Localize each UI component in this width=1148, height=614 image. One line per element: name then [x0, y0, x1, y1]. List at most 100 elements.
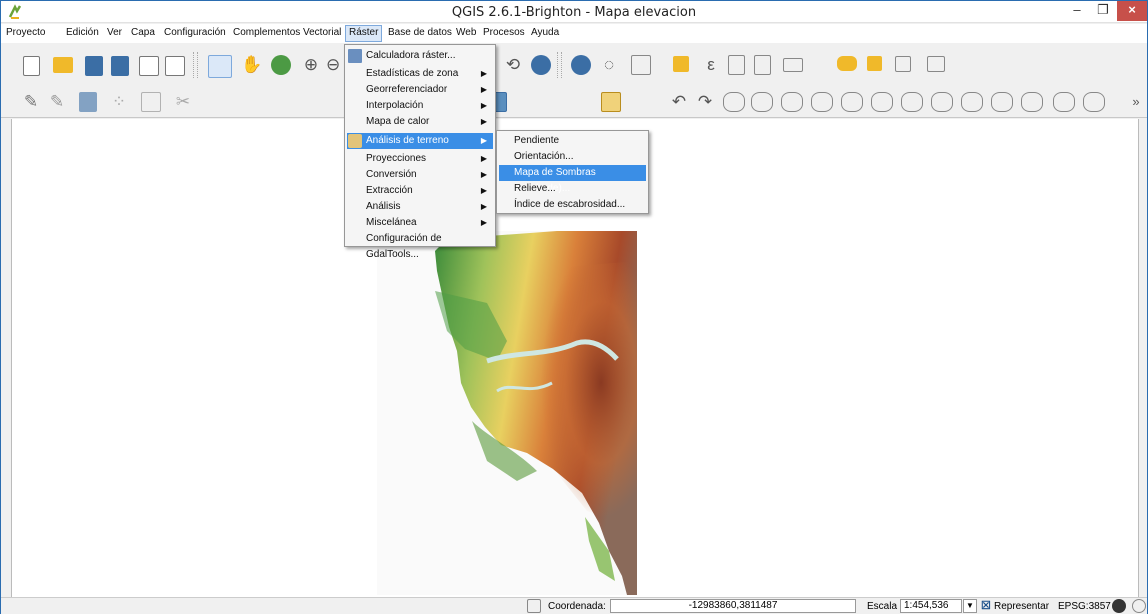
menu-item-interpolacion[interactable]: Interpolación ▶ — [347, 98, 493, 114]
zoom-last-icon[interactable]: ⟲ — [503, 55, 523, 75]
menu-item-configuracion-gdaltools[interactable]: Configuración de GdalTools... — [347, 231, 493, 260]
pan-hand-icon[interactable]: ✋ — [241, 55, 262, 75]
restore-button[interactable]: ❐ — [1089, 1, 1117, 21]
undo-icon[interactable]: ↶ — [669, 92, 689, 112]
menu-item-extraccion[interactable]: Extracción ▶ — [347, 183, 493, 199]
menu-item-label: Pendiente — [514, 135, 560, 146]
map-tips-icon[interactable] — [837, 56, 857, 71]
menu-edicion[interactable]: Edición — [63, 26, 102, 41]
menu-item-label: Georreferenciador — [366, 84, 448, 95]
show-bookmarks-icon[interactable] — [895, 56, 911, 72]
plugin-tool-icon[interactable] — [811, 92, 833, 112]
menu-item-calculadora-raster[interactable]: Calculadora ráster... — [347, 48, 493, 64]
coordinate-toggle-icon[interactable] — [527, 599, 541, 613]
plugin-tool-icon[interactable] — [871, 92, 893, 112]
scale-label: Escala — [867, 601, 898, 612]
zoom-in-icon[interactable]: ⊕ — [301, 55, 321, 75]
menu-item-hillshade[interactable]: Mapa de Sombras (Hillshade)... — [499, 165, 646, 194]
plugin-tool-icon[interactable] — [781, 92, 803, 112]
menu-ver[interactable]: Ver — [104, 26, 125, 41]
messages-icon[interactable] — [1132, 599, 1146, 613]
select-by-rectangle-icon[interactable] — [631, 55, 651, 75]
menu-item-proyecciones[interactable]: Proyecciones ▶ — [347, 151, 493, 167]
submenu-arrow-icon: ▶ — [480, 170, 487, 179]
pan-map-icon[interactable] — [208, 55, 232, 78]
menu-item-pendiente[interactable]: Pendiente — [499, 133, 646, 149]
deselect-icon[interactable] — [673, 56, 689, 72]
submenu-arrow-icon: ▶ — [480, 69, 487, 78]
menu-item-label: Relieve... — [514, 183, 556, 194]
measure-line-icon[interactable] — [783, 58, 803, 72]
composer-manager-icon[interactable] — [165, 56, 185, 76]
statistics-icon[interactable] — [754, 55, 771, 75]
coordinate-field[interactable]: -12983860,3811487 — [610, 599, 856, 613]
menu-item-estadisticas-de-zona[interactable]: Estadísticas de zona ▶ — [347, 66, 493, 82]
menu-item-analisis-de-terreno[interactable]: Análisis de terreno ▶ — [347, 133, 493, 149]
menu-item-indice-escabrosidad[interactable]: Índice de escabrosidad... — [499, 197, 646, 213]
menu-proyecto[interactable]: Proyecto — [3, 26, 48, 41]
plugin-tool-icon[interactable] — [723, 92, 745, 112]
menu-vectorial[interactable]: Vectorial — [300, 26, 344, 41]
toolbar-separator — [557, 52, 562, 78]
plugin-tool-icon[interactable] — [961, 92, 983, 112]
status-bar: Coordenada: -12983860,3811487 Escala 1:4… — [1, 597, 1147, 614]
new-project-icon[interactable] — [23, 56, 40, 76]
plugin-tool-icon[interactable] — [1021, 92, 1043, 112]
current-edits-icon[interactable]: ✎ — [21, 92, 41, 112]
move-feature-icon[interactable] — [141, 92, 161, 112]
menu-item-conversion[interactable]: Conversión ▶ — [347, 167, 493, 183]
menu-item-relieve[interactable]: Relieve... — [499, 181, 646, 197]
menu-web[interactable]: Web — [453, 26, 479, 41]
gps-tools-icon[interactable] — [601, 92, 621, 112]
render-checkbox-icon[interactable]: ☒ — [981, 599, 991, 612]
new-bookmark-icon[interactable] — [867, 56, 882, 71]
crs-label[interactable]: EPSG:3857 — [1058, 601, 1111, 612]
close-button[interactable]: × — [1117, 1, 1147, 21]
menu-item-orientacion[interactable]: Orientación... — [499, 149, 646, 165]
scale-combobox[interactable]: 1:454,536 — [900, 599, 962, 613]
crs-globe-icon[interactable] — [1112, 599, 1126, 613]
render-label: Representar — [994, 601, 1050, 612]
toggle-editing-icon[interactable]: ✎ — [47, 92, 67, 112]
pan-to-selection-icon[interactable] — [271, 55, 291, 75]
menu-item-mapa-de-calor[interactable]: Mapa de calor ▶ — [347, 114, 493, 130]
plugin-tool-icon[interactable] — [991, 92, 1013, 112]
save-edits-icon[interactable] — [79, 92, 97, 112]
identify-features-icon[interactable] — [571, 55, 591, 75]
text-annotation-icon[interactable] — [927, 56, 945, 72]
menu-item-georreferenciador[interactable]: Georreferenciador ▶ — [347, 82, 493, 98]
add-feature-icon[interactable]: ⁘ — [109, 92, 129, 112]
elevation-raster-layer — [377, 231, 637, 595]
plugin-tool-icon[interactable] — [1053, 92, 1075, 112]
attribute-table-icon[interactable] — [728, 55, 745, 75]
plugin-tool-icon[interactable] — [841, 92, 863, 112]
plugin-tool-icon[interactable] — [751, 92, 773, 112]
menu-item-analisis[interactable]: Análisis ▶ — [347, 199, 493, 215]
select-features-icon[interactable]: ◌ — [599, 55, 619, 75]
scale-dropdown-icon[interactable]: ▼ — [963, 599, 977, 613]
menu-procesos[interactable]: Procesos — [480, 26, 528, 41]
menu-configuracion[interactable]: Configuración — [161, 26, 229, 41]
save-project-icon[interactable] — [85, 56, 103, 76]
menu-complementos[interactable]: Complementos — [230, 26, 303, 41]
toolbar-overflow-icon[interactable]: » — [1129, 92, 1143, 112]
node-tool-icon[interactable]: ✂ — [173, 92, 193, 112]
plugin-tool-icon[interactable] — [901, 92, 923, 112]
open-project-icon[interactable] — [53, 57, 73, 73]
title-bar: QGIS 2.6.1-Brighton - Mapa elevacion – ❐… — [1, 1, 1147, 23]
plugin-tool-icon[interactable] — [931, 92, 953, 112]
menu-item-miscelanea[interactable]: Miscelánea ▶ — [347, 215, 493, 231]
save-as-icon[interactable] — [111, 56, 129, 76]
field-calculator-icon[interactable]: ε — [701, 55, 721, 75]
menu-raster[interactable]: Ráster — [345, 25, 383, 42]
refresh-icon[interactable] — [531, 55, 551, 75]
menu-base-de-datos[interactable]: Base de datos — [385, 26, 455, 41]
plugin-tool-icon[interactable] — [1083, 92, 1105, 112]
minimize-button[interactable]: – — [1063, 1, 1091, 21]
redo-icon[interactable]: ↷ — [695, 92, 715, 112]
zoom-out-icon[interactable]: ⊖ — [326, 55, 340, 75]
menu-ayuda[interactable]: Ayuda — [528, 26, 562, 41]
menu-capa[interactable]: Capa — [128, 26, 158, 41]
new-print-composer-icon[interactable] — [139, 56, 159, 76]
terrain-analysis-submenu: Pendiente Orientación... Mapa de Sombras… — [496, 130, 649, 214]
